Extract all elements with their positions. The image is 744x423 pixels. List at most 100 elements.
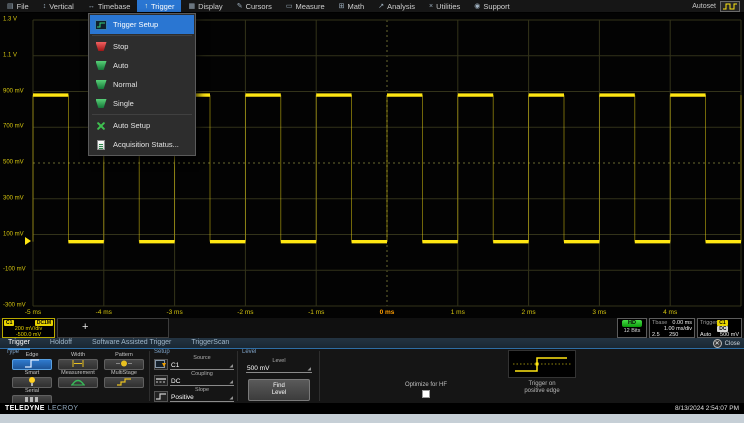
trigger-type-width: Width xyxy=(58,353,98,370)
trigger-level-field: Level 500 mV◢ xyxy=(246,359,312,373)
trigger-dialog-body: Type Edge Width Pattern Smart Me xyxy=(0,349,744,403)
y-axis-label: 900 mV xyxy=(3,88,24,94)
serial-icon xyxy=(23,391,41,403)
trigger-type-pattern-button[interactable] xyxy=(104,359,144,370)
source-dropdown[interactable]: C1◢ xyxy=(170,361,234,370)
menu-item-single[interactable]: Single xyxy=(90,94,194,113)
menu-item-label: File xyxy=(17,2,29,11)
y-axis-label: 1.3 V xyxy=(3,17,17,23)
positive-edge-preview-icon xyxy=(509,351,575,377)
trigger-type-pattern: Pattern xyxy=(104,353,144,370)
dialog-close-button[interactable]: ✕ Close xyxy=(713,339,740,348)
setup-section-title: Setup xyxy=(154,349,170,355)
trigger-type-measurement: Measurement xyxy=(58,371,98,388)
menu-item-label: Measure xyxy=(295,2,324,11)
trigger-type-serial-button[interactable] xyxy=(12,395,52,403)
trigger-label: Trigger xyxy=(700,320,717,332)
dropdown-arrow-icon: ◢ xyxy=(230,363,233,369)
menu-item-normal[interactable]: Normal xyxy=(90,75,194,94)
trigger-type-measurement-button[interactable] xyxy=(58,377,98,388)
autoset-icon xyxy=(720,1,740,12)
menu-item-timebase[interactable]: ↔Timebase xyxy=(81,0,138,12)
add-trace-box[interactable]: + xyxy=(57,318,169,338)
x-axis-label: -3 ms xyxy=(166,309,182,316)
menu-item-label: Vertical xyxy=(49,2,74,11)
optimize-hf-control: Optimize for HF xyxy=(378,382,474,398)
oscilloscope-app: ▤File ↕Vertical ↔Timebase ↑Trigger ▦Disp… xyxy=(0,0,744,423)
menu-item-trigger[interactable]: ↑Trigger xyxy=(137,0,181,12)
slope-dropdown[interactable]: Positive◢ xyxy=(170,393,234,402)
menu-item-math[interactable]: ⊞Math xyxy=(332,0,372,12)
tab-trigger[interactable]: Trigger xyxy=(8,338,30,348)
menu-item-label: Support xyxy=(483,2,509,11)
menu-bar: ▤File ↕Vertical ↔Timebase ↑Trigger ▦Disp… xyxy=(0,0,744,13)
trigger-setup-icon xyxy=(95,20,107,30)
trigger-type-edge-button[interactable] xyxy=(12,359,52,370)
menu-item-cursors[interactable]: ✎Cursors xyxy=(230,0,279,12)
trigger-type-multistage-button[interactable] xyxy=(104,377,144,388)
channel-c1-descriptor[interactable]: C1 DC1M 200 mV/div -500.0 mV xyxy=(2,318,55,338)
menu-item-analysis[interactable]: ↗Analysis xyxy=(371,0,422,12)
menu-item-label: Auto Setup xyxy=(113,121,150,130)
autoset-button[interactable]: Autoset xyxy=(688,0,744,12)
channel1-position-marker[interactable] xyxy=(25,237,31,245)
trigger-icon: ↑ xyxy=(144,3,148,10)
trigger-descriptor[interactable]: TriggerC1 DC Auto500 mV EdgePositive xyxy=(697,318,742,338)
menu-separator xyxy=(92,114,192,115)
dropdown-arrow-icon: ◢ xyxy=(230,379,233,385)
math-icon: ⊞ xyxy=(339,3,345,10)
menu-item-label: Utilities xyxy=(436,2,460,11)
auto-setup-icon xyxy=(95,121,107,131)
timebase-descriptor[interactable]: Tbase0.00 ms 1.00 ms/div 2.5 MS250 MS/s xyxy=(649,318,695,338)
stop-icon xyxy=(95,42,107,51)
menu-item-vertical[interactable]: ↕Vertical xyxy=(36,0,81,12)
menu-item-label: Stop xyxy=(113,42,128,51)
y-axis-label: 700 mV xyxy=(3,124,24,130)
x-axis-label: 4 ms xyxy=(663,309,677,316)
tab-holdoff[interactable]: Holdoff xyxy=(50,338,72,348)
menu-item-stop[interactable]: Stop xyxy=(90,37,194,56)
menu-item-label: Timebase xyxy=(98,2,131,11)
trigger-preview-caption: Trigger on positive edge xyxy=(490,381,594,395)
hd-mode-indicator[interactable]: HD 12 Bits xyxy=(617,318,647,338)
section-divider xyxy=(319,351,320,401)
menu-item-utilities[interactable]: ×Utilities xyxy=(422,0,467,12)
menu-item-acquisition-status[interactable]: Acquisition Status... xyxy=(90,135,194,154)
menu-item-auto[interactable]: Auto xyxy=(90,56,194,75)
menu-item-display[interactable]: ▦Display xyxy=(181,0,229,12)
optimize-hf-checkbox[interactable] xyxy=(422,390,430,398)
trigger-type-width-button[interactable] xyxy=(58,359,98,370)
y-axis-label: 100 mV xyxy=(3,231,24,237)
dropdown-arrow-icon: ◢ xyxy=(308,366,311,372)
source-channel-icon xyxy=(154,359,168,370)
tab-software-assisted-trigger[interactable]: Software Assisted Trigger xyxy=(92,338,171,348)
menu-item-label: Auto xyxy=(113,61,128,70)
menu-item-trigger-setup[interactable]: Trigger Setup xyxy=(90,15,194,34)
window-bottom-edge xyxy=(0,414,744,423)
normal-icon xyxy=(95,80,107,89)
x-axis-label: 0 ms xyxy=(380,309,395,316)
level-input[interactable]: 500 mV◢ xyxy=(246,364,312,373)
trigger-slope-field: Slope Positive◢ xyxy=(154,388,234,402)
find-level-button[interactable]: Find Level xyxy=(248,379,310,401)
y-axis-label: 500 mV xyxy=(3,160,24,166)
menu-item-measure[interactable]: ▭Measure xyxy=(279,0,332,12)
channel-name-chip: C1 xyxy=(4,320,14,326)
trigger-type-smart-button[interactable] xyxy=(12,377,52,388)
file-icon: ▤ xyxy=(7,3,14,10)
y-axis-label: -100 mV xyxy=(3,267,26,273)
menu-item-label: Acquisition Status... xyxy=(113,140,179,149)
multistage-icon xyxy=(115,374,133,392)
trigger-type-smart: Smart xyxy=(12,371,52,388)
menu-item-label: Trigger xyxy=(151,2,174,11)
y-axis-label: 300 mV xyxy=(3,195,24,201)
autoset-label: Autoset xyxy=(692,3,716,10)
coupling-dropdown[interactable]: DC◢ xyxy=(170,377,234,386)
descriptor-row: C1 DC1M 200 mV/div -500.0 mV + HD 12 Bit… xyxy=(0,318,744,338)
menu-item-auto-setup[interactable]: Auto Setup xyxy=(90,116,194,135)
menu-item-support[interactable]: ◉Support xyxy=(467,0,516,12)
tab-triggerscan[interactable]: TriggerScan xyxy=(191,338,229,348)
menu-item-file[interactable]: ▤File xyxy=(0,0,36,12)
menu-item-label: Cursors xyxy=(246,2,272,11)
brand-teledyne: TELEDYNE xyxy=(5,405,45,412)
